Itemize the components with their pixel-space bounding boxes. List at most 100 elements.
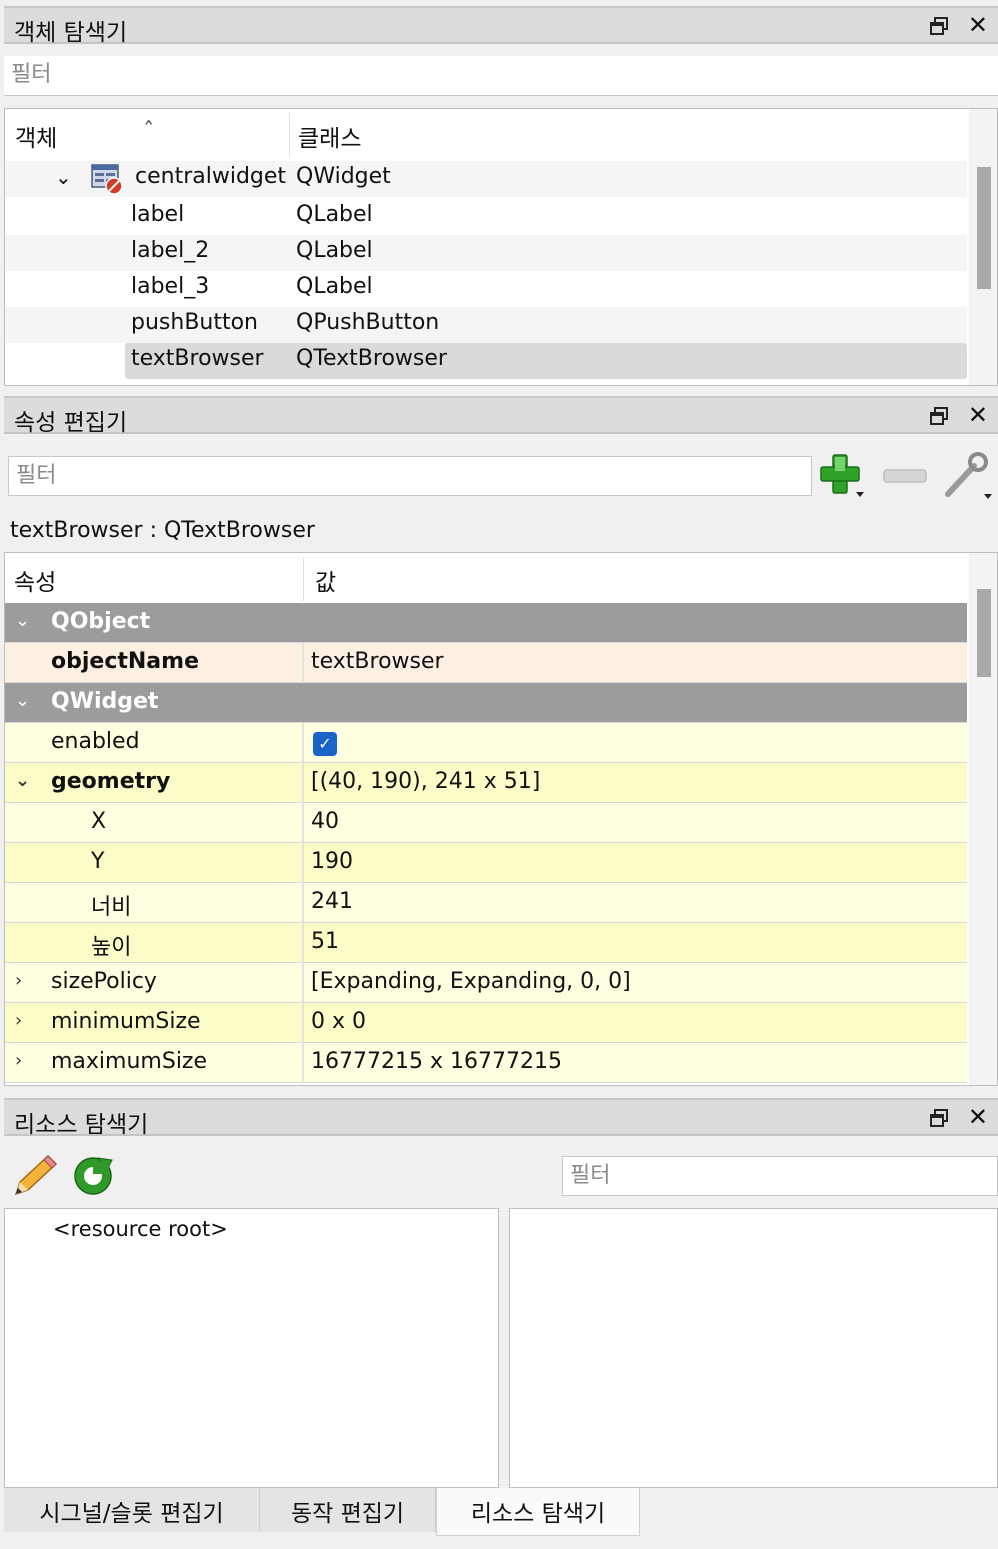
chevron-right-icon[interactable]: › bbox=[15, 1010, 22, 1031]
chevron-down-icon[interactable]: ⌄ bbox=[15, 610, 30, 631]
add-property-icon[interactable] bbox=[818, 452, 868, 500]
tab-resource-browser[interactable]: 리소스 탐색기 bbox=[436, 1488, 640, 1536]
prop-geometry-width[interactable]: 너비 241 bbox=[5, 883, 967, 923]
prop-objectname[interactable]: objectName textBrowser bbox=[5, 643, 967, 683]
object-name: centralwidget bbox=[135, 164, 287, 189]
resource-browser-title: 리소스 탐색기 bbox=[14, 1112, 149, 1138]
chevron-down-icon[interactable]: ⌄ bbox=[15, 770, 30, 791]
property-value[interactable]: 0 x 0 bbox=[311, 1009, 366, 1034]
property-name: maximumSize bbox=[51, 1049, 208, 1074]
object-tree[interactable]: 객체 ˆ 클래스 ⌄ centralwidget QWidget label Q… bbox=[4, 108, 998, 386]
prop-enabled[interactable]: enabled ✓ bbox=[5, 723, 967, 763]
property-name: X bbox=[91, 809, 107, 834]
tree-row-textbrowser[interactable]: textBrowser QTextBrowser bbox=[5, 343, 967, 379]
property-name: Y bbox=[91, 849, 105, 874]
object-name: label_2 bbox=[131, 238, 210, 263]
property-name: objectName bbox=[51, 649, 199, 674]
float-icon[interactable] bbox=[930, 1109, 948, 1127]
column-header-property[interactable]: 속성 bbox=[14, 563, 56, 597]
property-value[interactable]: 51 bbox=[311, 929, 339, 954]
resource-browser-titlebar: 리소스 탐색기 ✕ bbox=[4, 1098, 998, 1138]
property-value[interactable]: 241 bbox=[311, 889, 353, 914]
float-icon[interactable] bbox=[930, 407, 948, 425]
property-name: geometry bbox=[51, 769, 171, 794]
object-class: QLabel bbox=[296, 238, 373, 263]
prop-geometry-height[interactable]: 높이 51 bbox=[5, 923, 967, 963]
tab-action-editor[interactable]: 동작 편집기 bbox=[260, 1488, 436, 1532]
object-class: QPushButton bbox=[296, 310, 440, 335]
tree-row-pushbutton[interactable]: pushButton QPushButton bbox=[5, 307, 967, 343]
property-name: enabled bbox=[51, 729, 140, 754]
column-header-class[interactable]: 클래스 bbox=[298, 119, 361, 153]
chevron-down-icon[interactable]: ⌄ bbox=[55, 165, 72, 189]
property-table-header: 속성 값 bbox=[5, 553, 967, 603]
resource-file-view[interactable] bbox=[509, 1208, 998, 1488]
prop-minimumsize[interactable]: › minimumSize 0 x 0 bbox=[5, 1003, 967, 1043]
enabled-checkbox[interactable]: ✓ bbox=[313, 732, 337, 756]
remove-property-icon[interactable] bbox=[882, 466, 928, 486]
object-tree-header: 객체 ˆ 클래스 bbox=[5, 109, 967, 159]
tree-row-centralwidget[interactable]: ⌄ centralwidget QWidget bbox=[5, 161, 967, 197]
chevron-right-icon[interactable]: › bbox=[15, 1050, 22, 1071]
prop-geometry[interactable]: ⌄ geometry [(40, 190), 241 x 51] bbox=[5, 763, 967, 803]
prop-geometry-y[interactable]: Y 190 bbox=[5, 843, 967, 883]
object-class: QLabel bbox=[296, 202, 373, 227]
resource-filter-input[interactable]: 필터 bbox=[562, 1156, 998, 1196]
property-editor-titlebar: 속성 편집기 ✕ bbox=[4, 396, 998, 436]
property-value[interactable]: 40 bbox=[311, 809, 339, 834]
object-filter-input[interactable]: 필터 bbox=[4, 56, 998, 96]
property-value[interactable]: textBrowser bbox=[311, 649, 444, 674]
object-name: label_3 bbox=[131, 274, 210, 299]
edit-resources-pencil-icon[interactable] bbox=[10, 1152, 60, 1200]
prop-geometry-x[interactable]: X 40 bbox=[5, 803, 967, 843]
scrollbar-thumb[interactable] bbox=[977, 589, 991, 677]
property-name: 높이 bbox=[91, 935, 132, 960]
float-icon[interactable] bbox=[930, 17, 948, 35]
object-class: QLabel bbox=[296, 274, 373, 299]
configure-wrench-icon[interactable] bbox=[940, 452, 994, 502]
property-value[interactable]: [(40, 190), 241 x 51] bbox=[311, 769, 540, 794]
close-icon[interactable]: ✕ bbox=[968, 402, 988, 428]
close-icon[interactable]: ✕ bbox=[968, 12, 988, 38]
prop-maximumsize[interactable]: › maximumSize 16777215 x 16777215 bbox=[5, 1043, 967, 1083]
group-qobject[interactable]: ⌄ QObject bbox=[5, 603, 967, 643]
object-class: QWidget bbox=[296, 164, 391, 189]
tree-row-label[interactable]: label QLabel bbox=[5, 199, 967, 235]
object-name: textBrowser bbox=[131, 346, 264, 371]
property-table-scrollbar[interactable] bbox=[969, 553, 997, 1085]
sort-indicator-icon: ˆ bbox=[143, 119, 155, 145]
scrollbar-thumb[interactable] bbox=[977, 167, 991, 289]
selected-object-label: textBrowser : QTextBrowser bbox=[10, 518, 315, 543]
chevron-right-icon[interactable]: › bbox=[15, 970, 22, 991]
property-value[interactable]: 16777215 x 16777215 bbox=[311, 1049, 562, 1074]
object-inspector-title: 객체 탐색기 bbox=[14, 20, 128, 46]
object-tree-scrollbar[interactable] bbox=[969, 109, 997, 385]
chevron-down-icon[interactable]: ⌄ bbox=[15, 690, 30, 711]
property-name: minimumSize bbox=[51, 1009, 201, 1034]
reload-icon[interactable] bbox=[70, 1152, 116, 1198]
object-inspector-titlebar: 객체 탐색기 ✕ bbox=[4, 6, 998, 46]
group-label: QWidget bbox=[51, 689, 159, 714]
property-filter-input[interactable]: 필터 bbox=[8, 456, 812, 496]
property-value[interactable]: 190 bbox=[311, 849, 353, 874]
property-editor-title: 속성 편집기 bbox=[14, 410, 128, 436]
tab-signal-slot-editor[interactable]: 시그널/슬롯 편집기 bbox=[4, 1488, 260, 1532]
column-header-object[interactable]: 객체 bbox=[15, 119, 57, 153]
property-table[interactable]: 속성 값 ⌄ QObject objectName textBrowser ⌄ … bbox=[4, 552, 998, 1086]
object-class: QTextBrowser bbox=[296, 346, 447, 371]
group-label: QObject bbox=[51, 609, 151, 634]
property-name: sizePolicy bbox=[51, 969, 157, 994]
prop-sizepolicy[interactable]: › sizePolicy [Expanding, Expanding, 0, 0… bbox=[5, 963, 967, 1003]
property-value[interactable]: [Expanding, Expanding, 0, 0] bbox=[311, 969, 631, 994]
resource-tree[interactable]: <resource root> bbox=[4, 1208, 499, 1488]
widget-icon bbox=[91, 164, 123, 195]
property-name: 너비 bbox=[91, 895, 132, 920]
resource-root-item[interactable]: <resource root> bbox=[53, 1217, 228, 1241]
close-icon[interactable]: ✕ bbox=[968, 1104, 988, 1130]
column-header-value[interactable]: 값 bbox=[315, 563, 336, 597]
object-name: label bbox=[131, 202, 185, 227]
object-name: pushButton bbox=[131, 310, 259, 335]
group-qwidget[interactable]: ⌄ QWidget bbox=[5, 683, 967, 723]
tree-row-label-2[interactable]: label_2 QLabel bbox=[5, 235, 967, 271]
tree-row-label-3[interactable]: label_3 QLabel bbox=[5, 271, 967, 307]
